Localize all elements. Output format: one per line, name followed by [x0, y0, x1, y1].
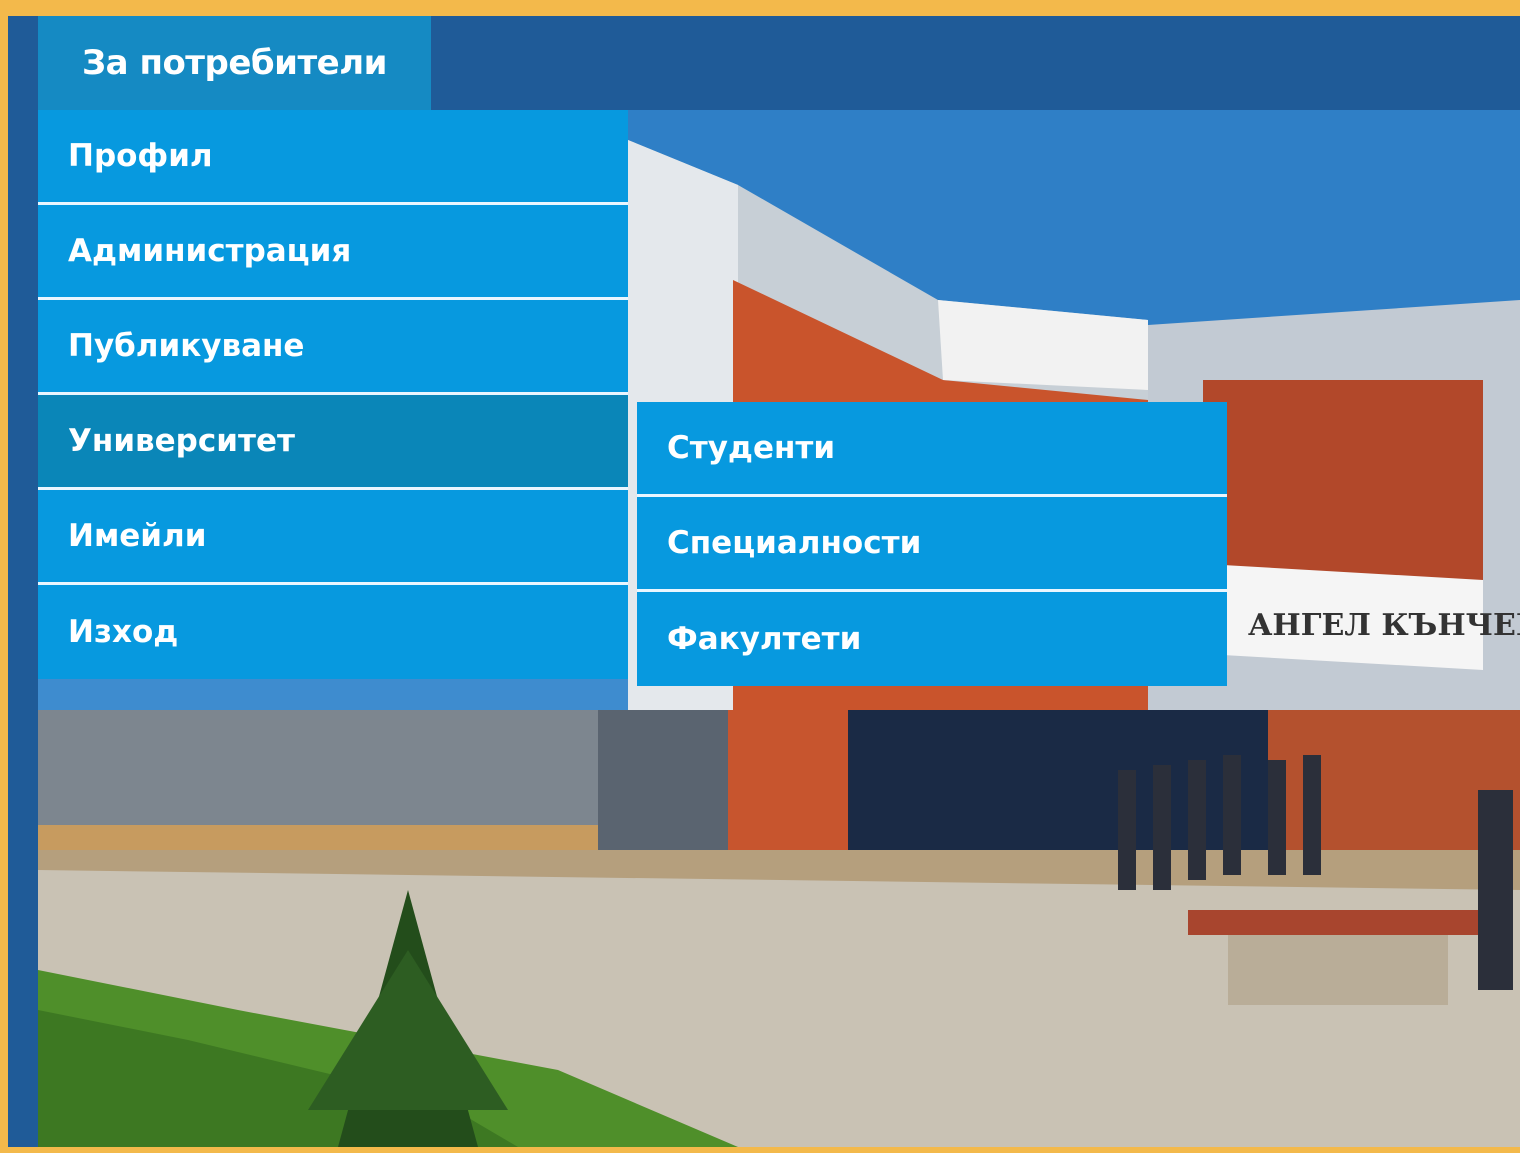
menu-item-logout[interactable]: Изход: [38, 585, 628, 679]
top-nav-bar: За потребители: [8, 16, 1520, 110]
menu-item-university[interactable]: Университет: [38, 395, 628, 490]
submenu-item-students[interactable]: Студенти: [637, 402, 1227, 497]
page-frame: За потребители АНГЕЛ КЪНЧЕВ Профил Админ…: [8, 16, 1520, 1147]
menu-item-publishing[interactable]: Публикуване: [38, 300, 628, 395]
menu-item-profile[interactable]: Профил: [38, 110, 628, 205]
menu-item-administration[interactable]: Администрация: [38, 205, 628, 300]
submenu-item-faculties[interactable]: Факултети: [637, 592, 1227, 686]
building-sign: АНГЕЛ КЪНЧЕВ: [1248, 608, 1520, 643]
submenu-item-specialties[interactable]: Специалности: [637, 497, 1227, 592]
main-dropdown-menu: Профил Администрация Публикуване Универс…: [38, 110, 628, 679]
tab-for-users[interactable]: За потребители: [38, 16, 431, 110]
menu-item-emails[interactable]: Имейли: [38, 490, 628, 585]
university-submenu: Студенти Специалности Факултети: [637, 402, 1227, 686]
